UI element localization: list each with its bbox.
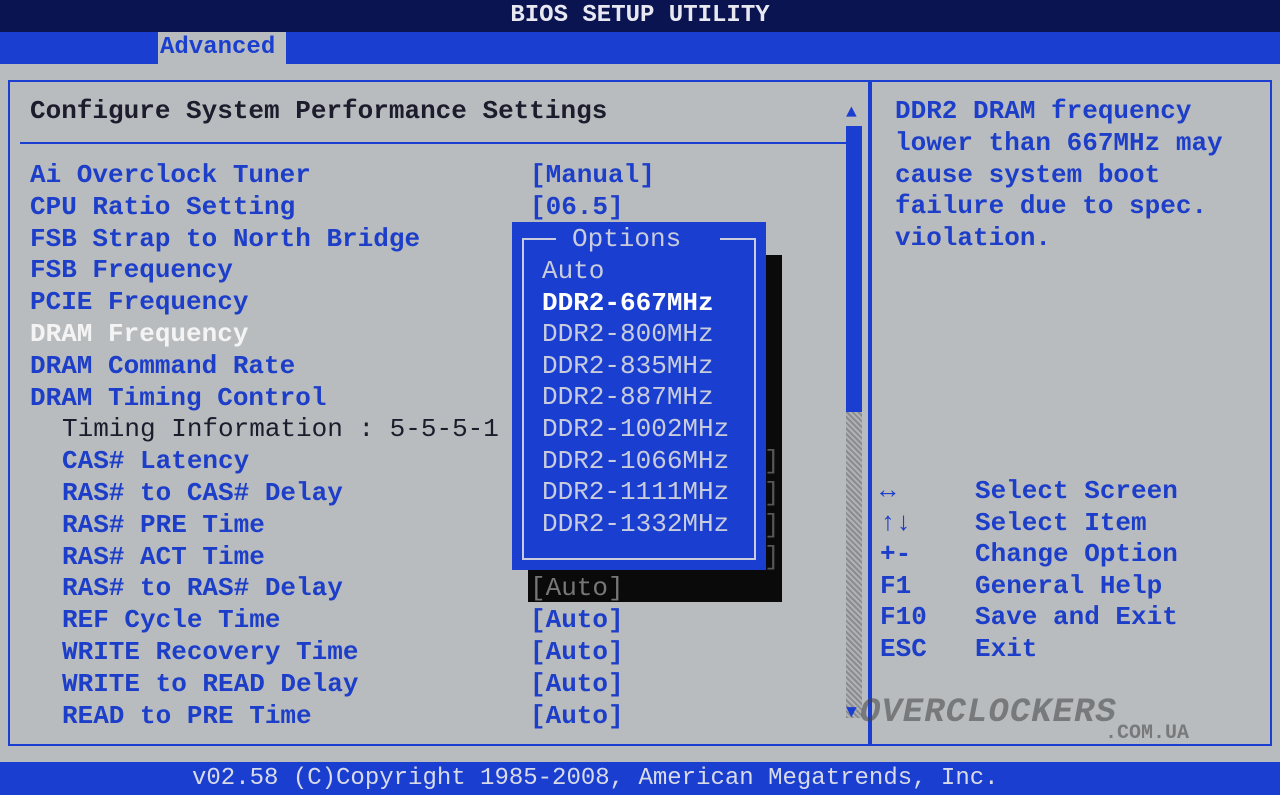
- setting-label[interactable]: FSB Strap to North Bridge: [30, 224, 420, 254]
- setting-label[interactable]: RAS# PRE Time: [62, 510, 265, 540]
- key-name: ESC: [880, 634, 927, 664]
- popup-title: Options: [572, 224, 682, 254]
- help-line: failure due to spec.: [895, 191, 1208, 222]
- option-item[interactable]: DDR2-800MHz: [542, 319, 714, 349]
- bios-title: BIOS SETUP UTILITY: [510, 2, 770, 29]
- popup-frame-line: [720, 238, 756, 240]
- key-action: Change Option: [975, 539, 1178, 570]
- key-name: ↑↓: [880, 507, 912, 538]
- popup-frame-line: [522, 238, 556, 240]
- setting-label[interactable]: WRITE to READ Delay: [62, 669, 358, 699]
- setting-label[interactable]: RAS# ACT Time: [62, 542, 265, 572]
- setting-label[interactable]: Timing Information : 5-5-5-1: [62, 414, 499, 444]
- divider: [20, 142, 848, 144]
- scrollbar[interactable]: [846, 126, 862, 718]
- option-item[interactable]: DDR2-1066MHz: [542, 446, 729, 476]
- setting-label[interactable]: DRAM Command Rate: [30, 351, 295, 381]
- setting-value[interactable]: [Auto]: [530, 605, 624, 635]
- key-name: F10: [880, 602, 927, 633]
- options-popup: Options Auto DDR2-667MHz DDR2-800MHz DDR2-8…: [512, 222, 766, 570]
- setting-value[interactable]: ]: [764, 446, 780, 476]
- key-action: Select Item: [975, 507, 1147, 538]
- option-item[interactable]: DDR2-667MHz: [542, 288, 714, 318]
- watermark-logo-sub: .COM.UA: [1105, 722, 1190, 745]
- setting-value[interactable]: ]: [764, 478, 780, 508]
- setting-label[interactable]: READ to PRE Time: [62, 701, 312, 731]
- section-title: Configure System Performance Settings: [30, 96, 608, 126]
- title-bar: BIOS SETUP UTILITY: [0, 0, 1280, 32]
- setting-label[interactable]: DRAM Frequency: [30, 319, 248, 349]
- setting-label[interactable]: RAS# to RAS# Delay: [62, 573, 343, 603]
- setting-label[interactable]: FSB Frequency: [30, 255, 233, 285]
- setting-value[interactable]: [Manual]: [530, 160, 655, 190]
- setting-label[interactable]: DRAM Timing Control: [30, 383, 326, 413]
- setting-label[interactable]: REF Cycle Time: [62, 605, 280, 635]
- watermark-logo: OVERCLOCKERS: [860, 694, 1117, 732]
- option-item[interactable]: DDR2-835MHz: [542, 351, 714, 381]
- setting-value[interactable]: [Auto]: [530, 669, 624, 699]
- setting-value[interactable]: ]: [764, 510, 780, 540]
- setting-value[interactable]: ]: [764, 542, 780, 572]
- option-item[interactable]: DDR2-1002MHz: [542, 414, 729, 444]
- key-name: ↔: [880, 476, 896, 506]
- setting-label[interactable]: WRITE Recovery Time: [62, 637, 358, 667]
- setting-value[interactable]: [Auto]: [530, 637, 624, 667]
- help-line: lower than 667MHz may: [895, 127, 1223, 158]
- help-line: DDR2 DRAM frequency: [895, 96, 1192, 126]
- setting-value[interactable]: [Auto]: [530, 701, 624, 731]
- key-action: Select Screen: [975, 476, 1178, 506]
- footer-copyright: v02.58 (C)Copyright 1985-2008, American …: [0, 762, 1280, 795]
- key-action: Save and Exit: [975, 602, 1178, 633]
- key-name: +-: [880, 539, 912, 570]
- setting-label[interactable]: CPU Ratio Setting: [30, 192, 295, 222]
- scroll-up-icon[interactable]: ▲: [846, 104, 857, 122]
- option-item[interactable]: DDR2-887MHz: [542, 382, 714, 412]
- tab-bar: Advanced: [0, 32, 1280, 64]
- option-item[interactable]: Auto: [542, 256, 604, 286]
- key-action: Exit: [975, 634, 1038, 664]
- scrollbar-thumb[interactable]: [846, 126, 862, 412]
- setting-label[interactable]: CAS# Latency: [62, 446, 249, 476]
- option-item[interactable]: DDR2-1111MHz: [542, 477, 729, 507]
- setting-label[interactable]: PCIE Frequency: [30, 287, 248, 317]
- setting-value[interactable]: [06.5]: [530, 192, 624, 222]
- help-line: cause system boot: [895, 159, 1161, 190]
- tab-advanced[interactable]: Advanced: [158, 32, 286, 64]
- setting-label[interactable]: RAS# to CAS# Delay: [62, 478, 343, 508]
- option-item[interactable]: DDR2-1332MHz: [542, 509, 729, 539]
- setting-value[interactable]: [Auto]: [530, 573, 624, 603]
- key-name: F1: [880, 570, 912, 601]
- setting-label[interactable]: Ai Overclock Tuner: [30, 160, 311, 190]
- scroll-down-icon[interactable]: ▼: [846, 704, 857, 722]
- key-action: General Help: [975, 570, 1163, 601]
- help-line: violation.: [895, 223, 1052, 254]
